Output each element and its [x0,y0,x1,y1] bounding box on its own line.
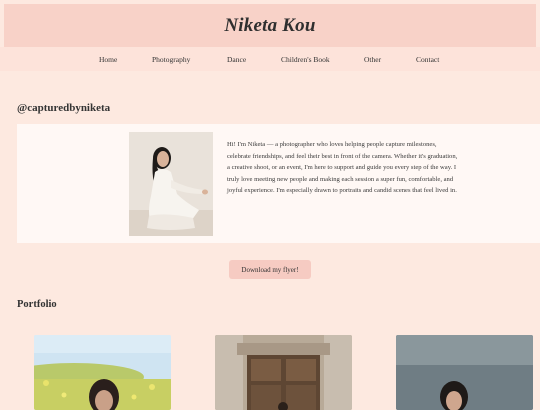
instagram-handle: @capturedbyniketa [17,102,111,114]
nav-item-other[interactable]: Other [364,55,381,64]
profile-photo [129,132,213,236]
about-card: Hi! I'm Niketa — a photographer who love… [17,124,540,243]
site-title[interactable]: Niketa Kou [224,15,315,37]
download-flyer-button[interactable]: Download my flyer! [229,260,311,279]
nav-item-home[interactable]: Home [99,55,117,64]
bio-text: Hi! I'm Niketa — a photographer who love… [227,141,458,195]
portfolio-image-2[interactable] [215,335,352,410]
portfolio-image-3[interactable] [396,335,533,410]
site-header: Niketa Kou [4,4,536,47]
nav-item-dance[interactable]: Dance [227,55,246,64]
nav-item-contact[interactable]: Contact [416,55,439,64]
portfolio-image-1[interactable] [34,335,171,410]
nav-item-childrens-book[interactable]: Children's Book [281,55,330,64]
portfolio-heading: Portfolio [17,299,57,310]
main-nav: Home Photography Dance Children's Book O… [0,47,540,71]
nav-item-photography[interactable]: Photography [152,55,190,64]
